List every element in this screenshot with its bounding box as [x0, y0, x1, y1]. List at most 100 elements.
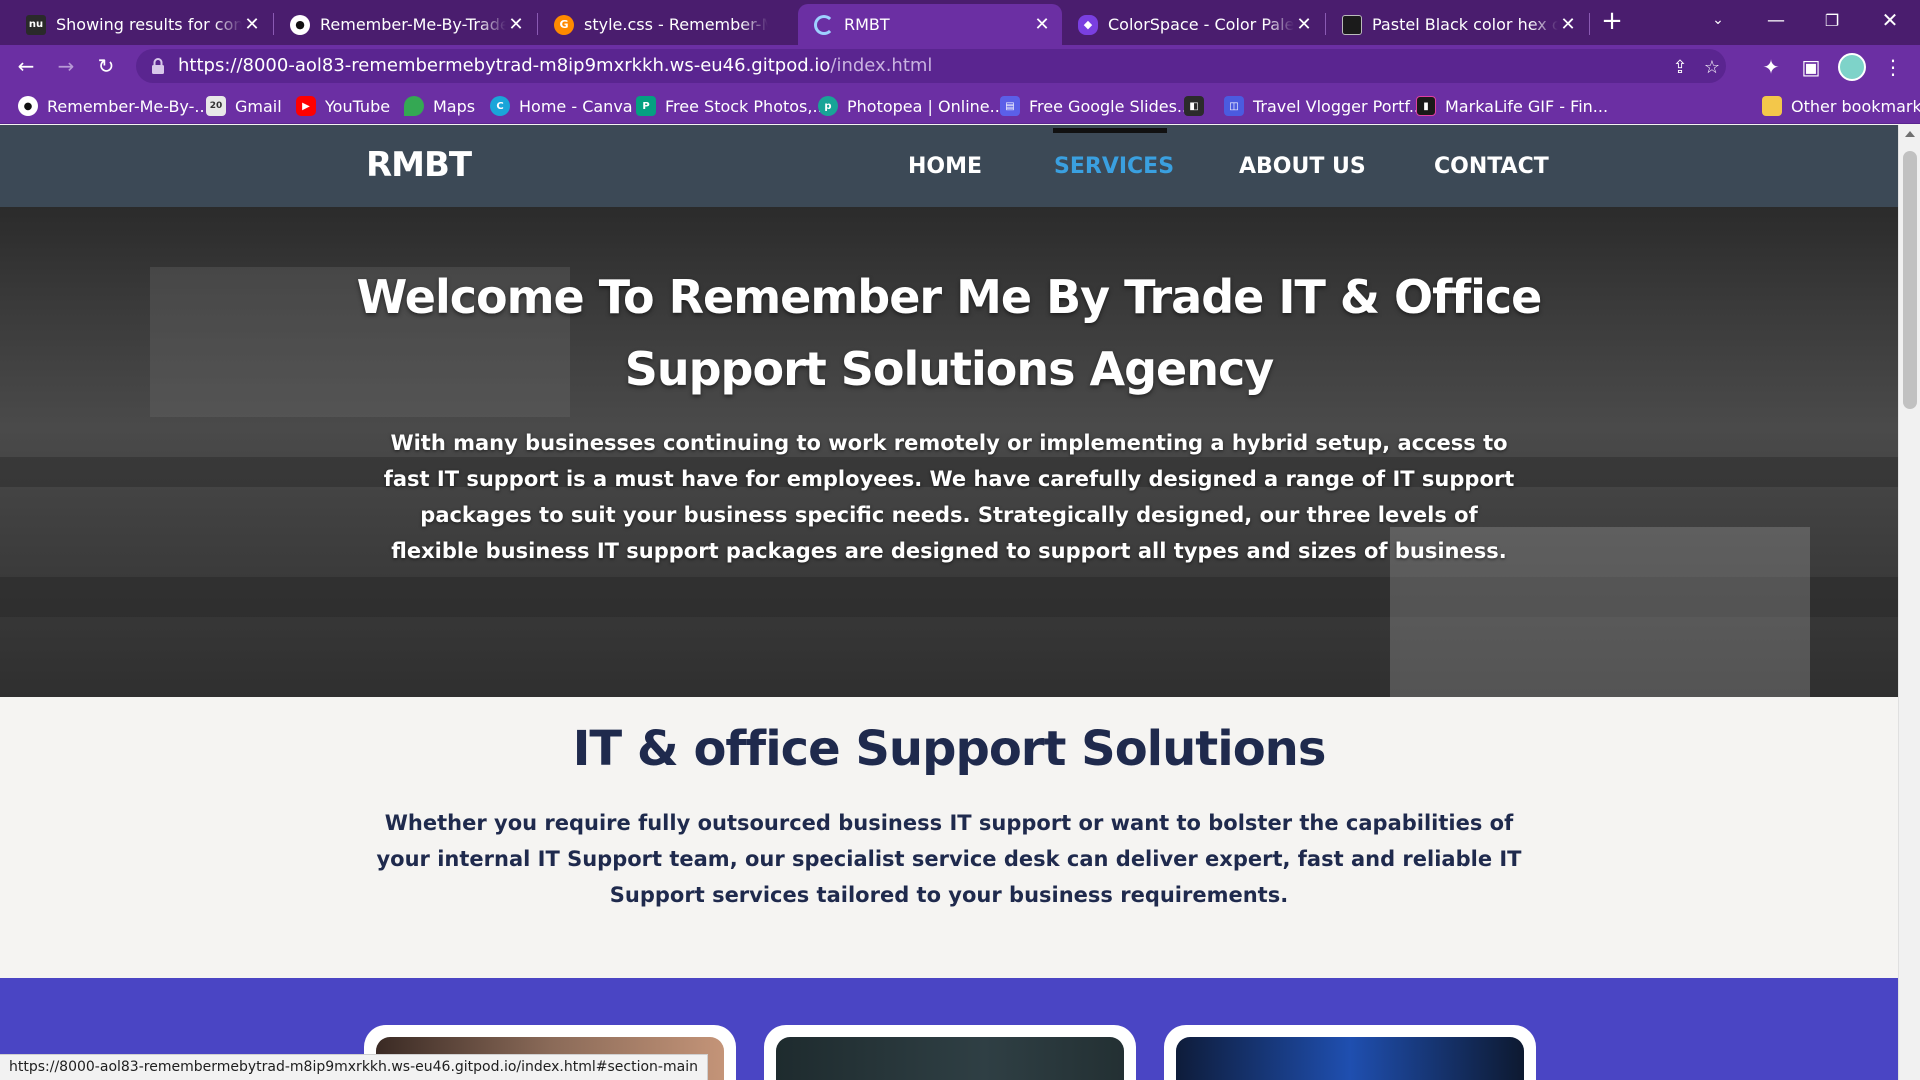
bookmarks-bar: ● Remember-Me-By-... 20 Gmail ▶ YouTube Map… [0, 87, 1920, 124]
service-card-image [1176, 1037, 1524, 1080]
forward-button[interactable]: → [50, 50, 82, 82]
github-icon: ● [18, 96, 38, 116]
stock-photos-icon: P [636, 96, 656, 116]
browser-tab[interactable]: Pastel Black color hex code ✕ [1326, 4, 1588, 45]
restore-button[interactable]: ❐ [1804, 0, 1860, 40]
bookmark-item[interactable]: C Home - Canva [490, 94, 633, 118]
close-window-button[interactable]: ✕ [1862, 0, 1918, 40]
photopea-icon: p [818, 96, 838, 116]
browser-tab-strip: nu Showing results for content ✕ ● Remem… [0, 0, 1920, 45]
minimize-button[interactable]: — [1748, 0, 1804, 40]
portfolio-icon: ◫ [1224, 96, 1244, 116]
browser-tab[interactable]: ● Remember-Me-By-Trade/index ✕ [274, 4, 536, 45]
nav-contact-link[interactable]: CONTACT [1434, 154, 1549, 179]
bookmark-label: YouTube [325, 96, 391, 116]
bookmark-item[interactable]: p Photopea | Online... [818, 94, 1005, 118]
bookmark-star-icon[interactable]: ☆ [1700, 55, 1724, 79]
bookmark-label: Travel Vlogger Portf... [1253, 96, 1425, 116]
bookmark-item[interactable]: ◧ [1184, 94, 1213, 118]
site-header: RMBT HOME SERVICES ABOUT US CONTACT [0, 125, 1898, 207]
other-bookmarks-label: Other bookmarks [1791, 96, 1920, 116]
nav-home-link[interactable]: HOME [908, 154, 982, 179]
nav-about-link[interactable]: ABOUT US [1239, 154, 1366, 179]
colorhex-icon [1342, 14, 1362, 35]
close-tab-icon[interactable]: ✕ [1558, 14, 1578, 35]
other-bookmarks[interactable]: Other bookmarks [1762, 94, 1920, 118]
bookmark-item[interactable]: ▮ MarkaLife GIF - Fin... [1416, 94, 1608, 118]
side-panel-icon[interactable]: ▣ [1798, 54, 1824, 80]
bookmark-item[interactable]: ▶ YouTube [296, 94, 390, 118]
bookmark-item[interactable]: ◫ Travel Vlogger Portf... [1224, 94, 1424, 118]
browser-tab-active[interactable]: RMBT ✕ [798, 4, 1062, 45]
service-card[interactable] [764, 1025, 1136, 1080]
hero-banner: Welcome To Remember Me By Trade IT & Off… [0, 207, 1898, 697]
site-logo[interactable]: RMBT [366, 145, 472, 185]
section-description: Whether you require fully outsourced bus… [376, 811, 1522, 907]
close-tab-icon[interactable]: ✕ [506, 14, 526, 35]
github-icon: ● [290, 14, 310, 35]
url-path: /index.html [830, 55, 933, 76]
browser-tab[interactable]: nu Showing results for content ✕ [10, 4, 272, 45]
bookmark-label: Free Google Slides... [1029, 96, 1193, 116]
bookmark-label: Photopea | Online... [847, 96, 1005, 116]
scroll-up-arrow-icon[interactable] [1905, 131, 1915, 137]
bookmark-item[interactable]: P Free Stock Photos,... [636, 94, 828, 118]
bookmark-item[interactable]: 20 Gmail [206, 94, 282, 118]
bookmark-label: Home - Canva [519, 96, 633, 116]
tab-title: ColorSpace - Color Palettes [1108, 15, 1294, 34]
bookmark-item[interactable]: Maps [404, 94, 475, 118]
close-tab-icon[interactable]: ✕ [1294, 14, 1314, 35]
browser-tab[interactable]: G style.css - Remember-Me-By [538, 4, 798, 45]
youtube-icon: ▶ [296, 96, 316, 116]
section-title: IT & office Support Solutions [572, 721, 1327, 777]
menu-kebab-icon[interactable]: ⋮ [1880, 54, 1906, 80]
tab-title: style.css - Remember-Me-By [584, 15, 768, 34]
back-button[interactable]: ← [10, 50, 42, 82]
folder-icon [1762, 96, 1782, 116]
calendar-icon: 20 [206, 96, 226, 116]
colorspace-icon: ◆ [1078, 14, 1098, 35]
service-card[interactable] [1164, 1025, 1536, 1080]
url-text: https://8000-aol83-remembermebytrad-m8ip… [178, 55, 932, 76]
bookmark-item[interactable]: ▤ Free Google Slides... [1000, 94, 1192, 118]
tab-search-icon[interactable]: ⌄ [1690, 0, 1746, 40]
service-card-image [776, 1037, 1124, 1080]
tab-title: Remember-Me-By-Trade/index [320, 15, 506, 34]
page-scrollbar[interactable] [1898, 125, 1920, 1080]
gif-icon: ▮ [1416, 96, 1436, 116]
tab-separator [1589, 13, 1590, 35]
extensions-icon[interactable]: ✦ [1758, 54, 1784, 80]
scrollbar-thumb[interactable] [1903, 151, 1917, 409]
bookmark-label: Gmail [235, 96, 282, 116]
close-tab-icon[interactable]: ✕ [242, 14, 262, 35]
loading-icon [814, 14, 834, 35]
nav-active-indicator [1053, 128, 1167, 133]
bookmark-cube-icon: ◧ [1184, 96, 1204, 116]
hero-title: Welcome To Remember Me By Trade IT & Off… [356, 270, 1543, 396]
address-bar[interactable]: https://8000-aol83-remembermebytrad-m8ip… [136, 49, 1726, 83]
page-viewport: RMBT HOME SERVICES ABOUT US CONTACT Welc… [0, 125, 1898, 1080]
nav-services-link[interactable]: SERVICES [1054, 154, 1174, 179]
url-host: https://8000-aol83-remembermebytrad-m8ip… [178, 55, 831, 76]
reload-button[interactable]: ↻ [90, 50, 122, 82]
share-icon[interactable]: ⇪ [1668, 55, 1692, 79]
lock-icon [152, 58, 164, 74]
new-tab-button[interactable]: + [1596, 4, 1628, 38]
hero-description: With many businesses continuing to work … [383, 431, 1515, 563]
bookmark-label: Remember-Me-By-... [47, 96, 210, 116]
maps-icon [404, 96, 424, 116]
gitpod-icon: G [554, 14, 574, 35]
browser-tab[interactable]: ◆ ColorSpace - Color Palettes ✕ [1062, 4, 1324, 45]
profile-avatar[interactable] [1838, 53, 1866, 81]
slides-icon: ▤ [1000, 96, 1020, 116]
nu-favicon-icon: nu [26, 14, 46, 35]
browser-toolbar: ← → ↻ https://8000-aol83-remembermebytra… [0, 45, 1920, 87]
bookmark-item[interactable]: ● Remember-Me-By-... [18, 94, 210, 118]
bookmark-label: MarkaLife GIF - Fin... [1445, 96, 1609, 116]
canva-icon: C [490, 96, 510, 116]
tab-title: Pastel Black color hex code [1372, 15, 1558, 34]
tab-title: RMBT [844, 15, 890, 34]
tab-title: Showing results for content [56, 15, 242, 34]
close-tab-icon[interactable]: ✕ [1032, 14, 1052, 35]
link-status-bubble: https://8000-aol83-remembermebytrad-m8ip… [0, 1054, 708, 1080]
